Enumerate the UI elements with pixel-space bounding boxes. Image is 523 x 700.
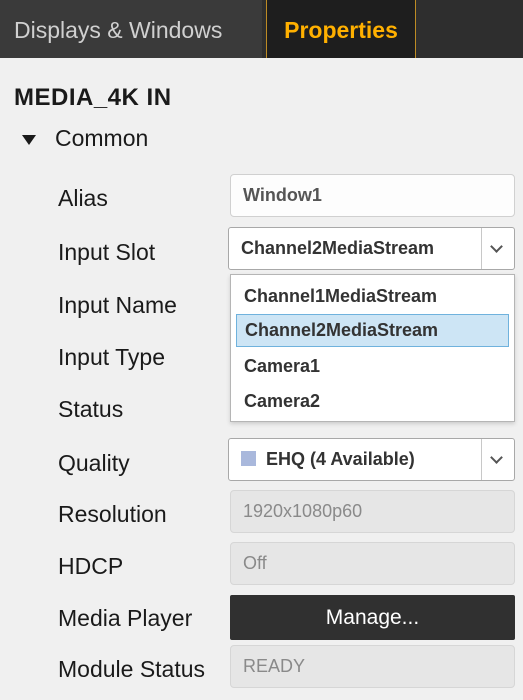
collapse-triangle-icon[interactable]	[22, 134, 36, 145]
dropdown-option[interactable]: Channel1MediaStream	[236, 280, 509, 313]
chevron-down-icon	[490, 451, 503, 464]
dropdown-option-selected[interactable]: Channel2MediaStream	[236, 314, 509, 347]
alias-label: Alias	[58, 185, 108, 211]
quality-label: Quality	[58, 450, 130, 476]
input-name-label: Input Name	[58, 292, 177, 318]
input-slot-dropdown-list: Channel1MediaStream Channel2MediaStream …	[230, 274, 515, 422]
tab-bar: Displays & Windows Properties	[0, 0, 523, 58]
chevron-down-icon	[490, 240, 503, 253]
status-label: Status	[58, 396, 124, 422]
quality-value-wrap: EHQ (4 Available)	[241, 439, 415, 480]
input-slot-label: Input Slot	[58, 239, 156, 265]
input-slot-dropdown-button[interactable]	[481, 228, 514, 269]
dropdown-option[interactable]: Camera2	[236, 385, 509, 418]
quality-value: EHQ (4 Available)	[266, 449, 415, 469]
input-slot-select[interactable]: Channel2MediaStream	[228, 227, 515, 270]
input-slot-value: Channel2MediaStream	[241, 238, 435, 258]
media-player-label: Media Player	[58, 605, 193, 631]
quality-dropdown-button[interactable]	[481, 439, 514, 480]
alias-field[interactable]: Window1	[230, 174, 515, 217]
module-status-field: READY	[230, 645, 515, 688]
dropdown-option[interactable]: Camera1	[236, 350, 509, 383]
quality-select[interactable]: EHQ (4 Available)	[228, 438, 515, 481]
tab-displays-windows[interactable]: Displays & Windows	[0, 0, 262, 58]
input-type-label: Input Type	[58, 344, 165, 370]
resolution-field: 1920x1080p60	[230, 490, 515, 533]
manage-button[interactable]: Manage...	[230, 595, 515, 640]
resolution-label: Resolution	[58, 501, 167, 527]
hdcp-field: Off	[230, 542, 515, 585]
section-label: Common	[55, 125, 149, 151]
section-common-header[interactable]: Common	[22, 125, 148, 152]
hdcp-label: HDCP	[58, 553, 124, 579]
tab-properties[interactable]: Properties	[266, 0, 416, 58]
module-status-label: Module Status	[58, 656, 206, 682]
quality-color-swatch	[241, 451, 256, 467]
object-title: MEDIA_4K IN	[14, 84, 172, 111]
